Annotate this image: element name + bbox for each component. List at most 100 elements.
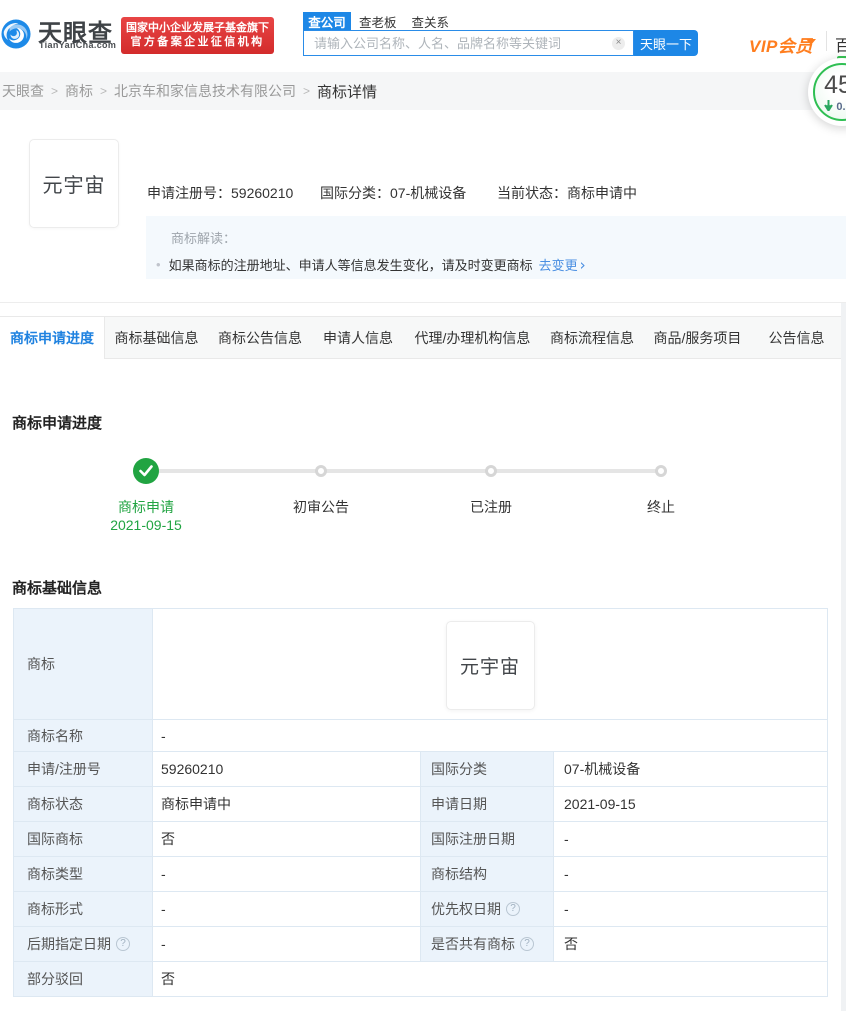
- row-label: 国际分类: [431, 761, 487, 777]
- search-tab-company[interactable]: 查公司: [303, 12, 351, 31]
- tab-agency-info[interactable]: 代理/办理机构信息: [404, 317, 541, 358]
- row-label: 商标形式: [27, 901, 83, 917]
- row-label-text: 优先权日期: [431, 901, 501, 917]
- row-label-text: 后期指定日期: [27, 936, 111, 952]
- trademark-image-cell[interactable]: 元宇宙: [445, 620, 535, 710]
- tab-basic-info[interactable]: 商标基础信息: [105, 317, 208, 358]
- search-tabs: 查公司 查老板 查关系: [303, 12, 464, 31]
- table-row: 后期指定日期? - 是否共有商标? 否: [13, 926, 828, 962]
- cell-value: 07-机械设备: [553, 751, 828, 787]
- vip-member-link[interactable]: VIP会员: [749, 32, 813, 57]
- step-pending-icon: [655, 465, 667, 477]
- gov-badge-line2: 官方备案企业征信机构: [130, 36, 265, 48]
- table-row: 商标状态 商标申请中 申请日期 2021-09-15: [13, 786, 828, 822]
- field-current-status: 当前状态：商标申请中: [497, 183, 637, 203]
- row-label: 商标结构: [431, 866, 487, 882]
- cell-value: 商标申请中: [152, 786, 421, 822]
- timeline-connector: [146, 469, 661, 473]
- gov-certification-badge: 国家中小企业发展子基金旗下 官方备案企业征信机构: [121, 17, 274, 54]
- cell-value: -: [152, 719, 828, 752]
- breadcrumb: 天眼查 > 商标 > 北京车和家信息技术有限公司 > 商标详情: [0, 72, 846, 110]
- search-box: ×: [303, 30, 634, 56]
- row-label: 商标类型: [27, 866, 83, 882]
- site-header: 天眼查 TianYanCha.com 国家中小企业发展子基金旗下 官方备案企业征…: [0, 0, 846, 72]
- down-arrow-icon: [824, 100, 834, 113]
- section-title-progress: 商标申请进度: [12, 415, 103, 432]
- cell-value: -: [152, 926, 421, 962]
- field-label: 国际分类：: [320, 185, 390, 201]
- section-title-basic-info: 商标基础信息: [12, 580, 103, 597]
- cell-value: 2021-09-15: [553, 786, 828, 822]
- help-icon[interactable]: ?: [116, 937, 130, 951]
- delta-value: 0.3B: [836, 101, 846, 113]
- trademark-text: 元宇宙: [459, 656, 520, 678]
- row-label: 商标状态: [27, 796, 83, 812]
- row-label: 申请/注册号: [27, 761, 101, 777]
- step-label-applied: 商标申请: [118, 499, 174, 515]
- search-button[interactable]: 天眼一下: [634, 30, 698, 56]
- tab-announcement-info[interactable]: 公告信息: [752, 317, 841, 358]
- breadcrumb-trademark[interactable]: 商标: [65, 81, 93, 101]
- tab-goods-services[interactable]: 商品/服务项目: [643, 317, 752, 358]
- tab-applicant-info[interactable]: 申请人信息: [312, 317, 404, 358]
- page-background-sliver: [841, 303, 846, 1011]
- row-label: 申请日期: [431, 796, 487, 812]
- row-label: 国际注册日期: [431, 831, 515, 847]
- field-intl-class: 国际分类：07-机械设备: [320, 183, 466, 203]
- step-date-applied: 2021-09-15: [110, 517, 182, 533]
- insight-tip: • 如果商标的注册地址、申请人等信息发生变化，请及时变更商标 去变更 ›: [156, 255, 586, 274]
- step-pending-icon: [485, 465, 497, 477]
- breadcrumb-separator-icon: >: [303, 84, 311, 98]
- chevron-down-icon: [806, 39, 816, 45]
- tab-process-info[interactable]: 商标流程信息: [541, 317, 643, 358]
- insight-title: 商标解读：: [171, 231, 237, 246]
- change-trademark-link[interactable]: 去变更: [539, 255, 578, 274]
- breadcrumb-company[interactable]: 北京车和家信息技术有限公司: [114, 81, 296, 101]
- table-row: 商标名称 -: [13, 719, 828, 752]
- table-row: 商标形式 - 优先权日期? -: [13, 891, 828, 927]
- clear-search-icon[interactable]: ×: [612, 36, 625, 50]
- step-label-terminated: 终止: [647, 499, 675, 515]
- header-divider: [826, 31, 827, 51]
- search-input[interactable]: [304, 35, 612, 51]
- table-row: 部分驳回 否: [13, 961, 828, 997]
- help-icon[interactable]: ?: [520, 937, 534, 951]
- step-pending-icon: [315, 465, 327, 477]
- badge-score: 45: [824, 71, 846, 99]
- application-timeline: 商标申请 初审公告 已注册 终止 2021-09-15: [0, 440, 841, 550]
- table-row: 商标类型 - 商标结构 -: [13, 856, 828, 892]
- cell-value: -: [152, 891, 421, 927]
- tianyancha-logo-icon[interactable]: [1, 19, 31, 49]
- detail-tabbar: 商标申请进度 商标基础信息 商标公告信息 申请人信息 代理/办理机构信息 商标流…: [0, 316, 841, 359]
- floating-score-widget[interactable]: 45 0.3B: [806, 56, 846, 128]
- field-value: 07-机械设备: [390, 185, 467, 201]
- row-label: 是否共有商标?: [421, 934, 553, 954]
- breadcrumb-current: 商标详情: [317, 83, 378, 101]
- tab-application-progress[interactable]: 商标申请进度: [0, 317, 105, 359]
- row-label: 商标: [27, 656, 55, 672]
- breadcrumb-home[interactable]: 天眼查: [2, 81, 44, 101]
- search-tab-boss[interactable]: 查老板: [359, 12, 397, 31]
- trademark-image[interactable]: 元宇宙: [29, 139, 119, 228]
- nav-item-partial[interactable]: 百: [835, 32, 846, 56]
- help-icon[interactable]: ?: [506, 902, 520, 916]
- field-value: 商标申请中: [567, 185, 637, 201]
- row-label: 商标名称: [27, 727, 83, 744]
- trademark-overview: 元宇宙 申请注册号：59260210 国际分类：07-机械设备 当前状态：商标申…: [0, 110, 846, 303]
- badge-delta: 0.3B: [813, 100, 846, 113]
- field-label: 申请注册号：: [147, 185, 231, 201]
- row-label: 优先权日期?: [421, 899, 553, 919]
- chevron-right-icon: ›: [579, 255, 586, 274]
- logo-text-en: TianYanCha.com: [39, 40, 117, 50]
- tab-gazette-info[interactable]: 商标公告信息: [208, 317, 312, 358]
- table-row: 国际商标 否 国际注册日期 -: [13, 821, 828, 857]
- breadcrumb-separator-icon: >: [100, 84, 108, 98]
- breadcrumb-separator-icon: >: [51, 84, 59, 98]
- step-done-icon: [133, 458, 159, 484]
- search-tab-relation[interactable]: 查关系: [412, 12, 450, 31]
- insight-tip-text: 如果商标的注册地址、申请人等信息发生变化，请及时变更商标: [168, 258, 533, 273]
- step-label-registered: 已注册: [470, 499, 512, 515]
- cell-value: -: [553, 856, 828, 892]
- trademark-text: 元宇宙: [42, 175, 106, 197]
- step-label-preliminary: 初审公告: [293, 499, 349, 515]
